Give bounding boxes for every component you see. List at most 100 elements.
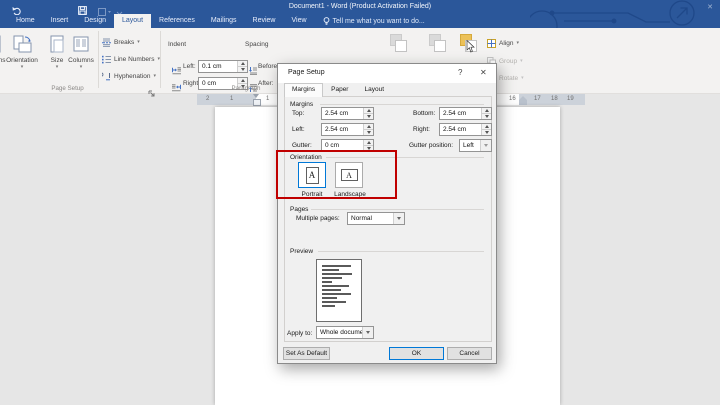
columns-icon bbox=[71, 31, 91, 57]
top-margin-label: Top: bbox=[292, 110, 304, 117]
group-divider bbox=[311, 209, 484, 210]
position-button[interactable] bbox=[388, 33, 408, 55]
indent-left-icon bbox=[172, 62, 181, 80]
orientation-button[interactable]: Orientation ▾ bbox=[2, 31, 42, 77]
right-margin-stepper[interactable] bbox=[439, 123, 492, 136]
portrait-page-icon: A bbox=[306, 167, 319, 184]
preview-group-label: Preview bbox=[290, 248, 313, 255]
indent-right-icon bbox=[172, 79, 181, 97]
align-icon bbox=[487, 39, 496, 48]
spin-down-icon[interactable] bbox=[364, 130, 373, 135]
gutter-stepper[interactable] bbox=[321, 139, 374, 152]
caret-down-icon: ▾ bbox=[21, 65, 24, 70]
rotate-button-label: Rotate bbox=[499, 75, 518, 82]
gutter-position-dropdown[interactable]: Left bbox=[459, 139, 492, 152]
line-numbers-button[interactable]: Line Numbers ▾ bbox=[102, 53, 160, 65]
set-as-default-button[interactable]: Set As Default bbox=[283, 347, 330, 360]
bottom-margin-label: Bottom: bbox=[413, 110, 435, 117]
mouse-cursor bbox=[466, 40, 475, 58]
wrap-text-button[interactable] bbox=[427, 33, 447, 55]
spin-down-icon[interactable] bbox=[482, 130, 491, 135]
spinner-buttons bbox=[363, 124, 373, 135]
gutter-input[interactable] bbox=[322, 140, 363, 151]
tab-mailings[interactable]: Mailings bbox=[203, 14, 245, 28]
tab-layout[interactable]: Layout bbox=[114, 14, 151, 28]
dialog-title-bar[interactable]: Page Setup bbox=[278, 64, 496, 83]
pages-group-label: Pages bbox=[290, 206, 308, 213]
dialog-tab-layout[interactable]: Layout bbox=[356, 83, 392, 97]
spinner-buttons bbox=[481, 124, 491, 135]
tab-design[interactable]: Design bbox=[76, 14, 114, 28]
tab-insert[interactable]: Insert bbox=[43, 14, 77, 28]
landscape-option[interactable]: A bbox=[335, 162, 363, 188]
dialog-tab-margins[interactable]: Margins bbox=[284, 83, 323, 97]
right-margin-input[interactable] bbox=[440, 124, 481, 135]
spinner-buttons bbox=[481, 108, 491, 119]
breaks-button-label: Breaks bbox=[114, 39, 134, 46]
spin-down-icon[interactable] bbox=[364, 114, 373, 119]
hyphenation-button[interactable]: Hyphenation ▾ bbox=[102, 70, 156, 82]
indent-left-stepper[interactable] bbox=[198, 60, 248, 73]
ruler-number: 17 bbox=[534, 96, 541, 102]
caret-down-icon: ▾ bbox=[56, 65, 59, 70]
spacing-before-label: Before: bbox=[258, 63, 279, 70]
spinner-buttons bbox=[237, 61, 247, 72]
margins-group-label: Margins bbox=[290, 101, 313, 108]
spin-down-icon[interactable] bbox=[238, 67, 247, 72]
spin-down-icon[interactable] bbox=[364, 146, 373, 151]
ruler-number: 19 bbox=[567, 96, 574, 102]
gutter-position-value: Left bbox=[460, 140, 480, 151]
apply-to-dropdown[interactable]: Whole document bbox=[316, 326, 374, 339]
align-button[interactable]: Align ▾ bbox=[487, 37, 519, 49]
group-divider bbox=[318, 251, 484, 252]
multiple-pages-dropdown[interactable]: Normal bbox=[347, 212, 405, 225]
breaks-button[interactable]: Breaks ▾ bbox=[102, 36, 140, 48]
columns-button[interactable]: Columns ▾ bbox=[64, 31, 98, 77]
ruler-number: 1 bbox=[266, 96, 269, 102]
dialog-tab-paper[interactable]: Paper bbox=[323, 83, 356, 97]
bottom-margin-input[interactable] bbox=[440, 108, 481, 119]
align-button-label: Align bbox=[499, 40, 513, 47]
left-margin-input[interactable] bbox=[322, 124, 363, 135]
group-divider bbox=[326, 157, 484, 158]
gutter-label: Gutter: bbox=[292, 142, 312, 149]
dialog-help-button[interactable]: ? bbox=[458, 68, 462, 78]
caret-down-icon: ▾ bbox=[80, 65, 83, 70]
dialog-close-button[interactable]: ✕ bbox=[480, 68, 487, 78]
indent-left-label: Left: bbox=[183, 63, 196, 70]
hyphenation-icon bbox=[102, 72, 111, 81]
ruler-number: 2 bbox=[206, 96, 209, 102]
caret-down-icon: ▾ bbox=[137, 40, 140, 45]
tab-review[interactable]: Review bbox=[245, 14, 284, 28]
dialog-title: Page Setup bbox=[288, 69, 325, 76]
ok-button[interactable]: OK bbox=[389, 347, 444, 360]
caret-down-icon: ▾ bbox=[520, 59, 523, 64]
page-setup-dialog-launcher[interactable] bbox=[148, 85, 156, 103]
word-application-window: { "window": {"title": "Document1 - Word … bbox=[0, 0, 720, 405]
dropdown-arrow-icon bbox=[393, 213, 404, 224]
ruler-number: 18 bbox=[551, 96, 558, 102]
apply-to-value: Whole document bbox=[317, 327, 362, 338]
portrait-option[interactable]: A bbox=[298, 162, 326, 188]
indent-left-input[interactable] bbox=[199, 61, 237, 72]
gutter-position-label: Gutter position: bbox=[409, 142, 453, 149]
top-margin-input[interactable] bbox=[322, 108, 363, 119]
tab-references[interactable]: References bbox=[151, 14, 203, 28]
spin-down-icon[interactable] bbox=[482, 114, 491, 119]
window-close-button[interactable]: ✕ bbox=[707, 3, 713, 11]
indent-section-label: Indent bbox=[168, 41, 186, 48]
cancel-button[interactable]: Cancel bbox=[447, 347, 492, 360]
bottom-margin-stepper[interactable] bbox=[439, 107, 492, 120]
dropdown-arrow-icon bbox=[362, 327, 373, 338]
ribbon-tab-strip: Home Insert Design Layout References Mai… bbox=[8, 14, 433, 28]
preview-thumbnail bbox=[316, 259, 362, 322]
spinner-buttons bbox=[363, 140, 373, 151]
tab-home[interactable]: Home bbox=[8, 14, 43, 28]
left-margin-stepper[interactable] bbox=[321, 123, 374, 136]
title-bar-decoration bbox=[530, 0, 720, 28]
left-indent-marker[interactable] bbox=[252, 94, 260, 105]
tab-view[interactable]: View bbox=[283, 14, 314, 28]
tell-me-box[interactable]: Tell me what you want to do... bbox=[315, 14, 433, 28]
spacing-section-label: Spacing bbox=[245, 41, 269, 48]
top-margin-stepper[interactable] bbox=[321, 107, 374, 120]
